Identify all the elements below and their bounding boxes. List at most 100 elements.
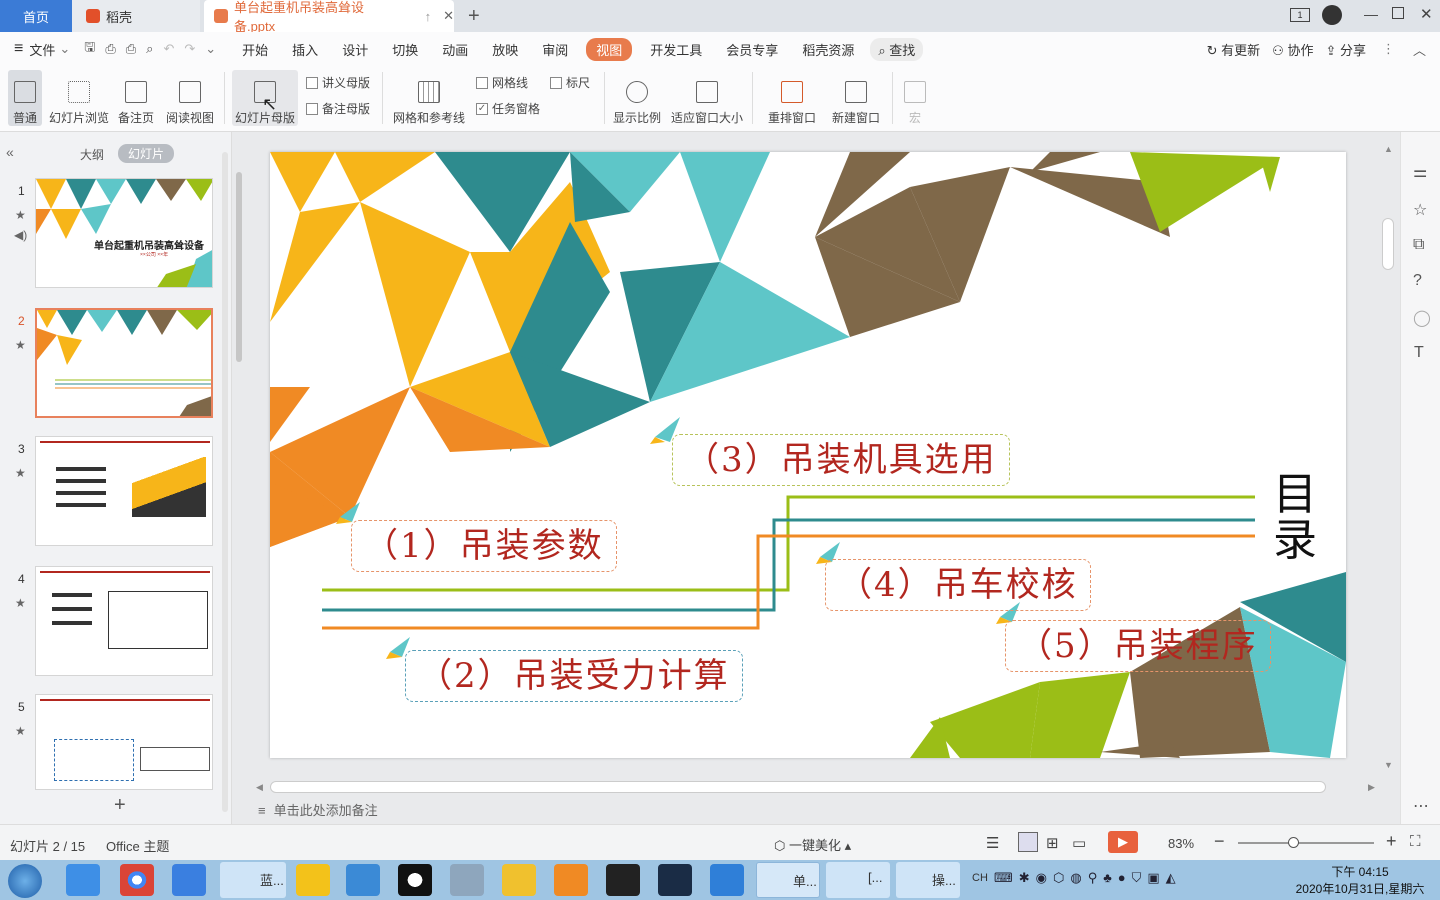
menu-review[interactable]: 审阅 xyxy=(530,40,580,59)
tab-document[interactable]: 单台起重机吊装高耸设备.pptx ↑ ✕ xyxy=(204,0,454,34)
start-button[interactable] xyxy=(8,864,42,898)
grid-guides-button[interactable]: 网格和参考线 xyxy=(392,70,466,126)
handout-master-button[interactable]: 讲义母版 xyxy=(306,74,370,91)
task-pane-checkbox[interactable]: ✓ 任务窗格 xyxy=(476,100,540,117)
new-tab-icon[interactable]: + xyxy=(468,5,480,28)
player-icon[interactable] xyxy=(296,864,330,896)
zoom-slider-thumb[interactable] xyxy=(1288,837,1299,848)
taskbar-item-folder[interactable]: [... xyxy=(826,862,890,898)
horizontal-scrollbar-handle[interactable] xyxy=(270,781,1326,793)
menu-developer[interactable]: 开发工具 xyxy=(638,40,714,59)
scroll-right-icon[interactable]: ▶ xyxy=(1368,782,1375,793)
avatar[interactable] xyxy=(1322,5,1342,25)
toc-title[interactable]: 目录 xyxy=(1270,472,1320,564)
toc-item-3[interactable]: （3）吊装机具选用 xyxy=(672,434,1010,486)
menu-start[interactable]: 开始 xyxy=(230,40,280,59)
help-icon[interactable]: ? xyxy=(1413,272,1422,290)
notes-page-button[interactable]: 备注页 xyxy=(116,70,156,126)
play-slideshow-icon[interactable]: ▶ xyxy=(1108,831,1138,853)
qq-icon[interactable] xyxy=(398,864,432,896)
animation-star-icon[interactable]: ☆ xyxy=(1413,200,1427,220)
tab-home[interactable]: 首页 xyxy=(0,0,72,32)
app-icon[interactable] xyxy=(66,864,100,896)
notes-toggle-icon[interactable]: ☰ xyxy=(986,834,999,852)
menu-insert[interactable]: 插入 xyxy=(280,40,330,59)
undo-icon[interactable]: ↶ xyxy=(163,41,174,57)
beautify-button[interactable]: ⬡ 一键美化 ▴ xyxy=(774,835,851,854)
gridlines-checkbox[interactable]: 网格线 xyxy=(476,74,528,91)
update-button[interactable]: ↻ 有更新 xyxy=(1207,40,1261,59)
tab-daoke[interactable]: 稻壳 xyxy=(72,0,200,32)
more-icon[interactable]: ⋮ xyxy=(1382,41,1395,57)
chrome-icon[interactable] xyxy=(120,864,154,896)
menu-view[interactable]: 视图 xyxy=(586,37,633,61)
cloud-app-icon[interactable] xyxy=(710,864,744,896)
ime-indicator[interactable]: CH xyxy=(972,872,988,884)
taskbar-item-operation[interactable]: 操... xyxy=(896,862,960,898)
arrange-window-button[interactable]: 重排窗口 xyxy=(762,70,822,126)
collapse-panel-icon[interactable]: « xyxy=(6,144,14,160)
fit-window-button[interactable]: 适应窗口大小 xyxy=(670,70,744,126)
slide-canvas[interactable]: （3）吊装机具选用 （1）吊装参数 （2）吊装受力计算 （4）吊车校核 （5）吊… xyxy=(270,152,1346,758)
print-icon[interactable]: ⎙ xyxy=(126,41,136,57)
taskbar-item-wps[interactable]: 单... xyxy=(756,862,820,898)
new-window-button[interactable]: 新建窗口 xyxy=(830,70,882,126)
slide-thumbnail-5[interactable] xyxy=(35,694,213,790)
tab-slides[interactable]: 幻灯片 xyxy=(118,144,175,163)
preview-icon[interactable]: ⌕ xyxy=(146,41,153,57)
reading-view-icon[interactable]: ▭ xyxy=(1072,834,1086,852)
menu-transition[interactable]: 切换 xyxy=(380,40,430,59)
notes-master-button[interactable]: 备注母版 xyxy=(306,100,370,117)
scroll-left-icon[interactable]: ◀ xyxy=(256,782,263,793)
menu-animation[interactable]: 动画 xyxy=(430,40,480,59)
maximize-icon[interactable] xyxy=(1392,7,1404,19)
trash-icon[interactable] xyxy=(450,864,484,896)
taskbar-item-browser[interactable]: 蓝... xyxy=(220,862,286,898)
save-icon[interactable]: 🖫 xyxy=(84,38,95,60)
slide-thumbnail-3[interactable] xyxy=(35,436,213,546)
fit-to-window-icon[interactable]: ⛶ xyxy=(1410,833,1421,850)
menu-file[interactable]: 文件 xyxy=(29,40,55,59)
ruler-checkbox[interactable]: 标尺 xyxy=(550,74,590,91)
minimize-icon[interactable]: — xyxy=(1364,6,1378,22)
menu-daoke-resources[interactable]: 稻壳资源 xyxy=(790,40,866,59)
share-button[interactable]: ⇪ 分享 xyxy=(1325,40,1366,59)
zoom-button[interactable]: 显示比例 xyxy=(612,70,662,126)
reading-view-button[interactable]: 阅读视图 xyxy=(164,70,216,126)
close-tab-icon[interactable]: ✕ xyxy=(443,8,454,24)
toc-item-4[interactable]: （4）吊车校核 xyxy=(825,559,1091,611)
more-options-icon[interactable]: ⋯ xyxy=(1413,796,1429,816)
pin-icon[interactable]: ↑ xyxy=(425,9,432,24)
macro-button[interactable]: 宏 xyxy=(900,70,930,126)
search-box[interactable]: ⌕ 查找 xyxy=(870,37,924,61)
slide-thumbnail-1[interactable]: 单台起重机吊装高耸设备 ××公司 ××年 xyxy=(35,178,213,288)
collapse-ribbon-icon[interactable]: ︿ xyxy=(1413,40,1426,59)
menu-design[interactable]: 设计 xyxy=(330,40,380,59)
magnifier-icon[interactable] xyxy=(554,864,588,896)
thumb-scrollbar[interactable] xyxy=(222,152,228,812)
feather-app-icon[interactable] xyxy=(346,864,380,896)
window-count-icon[interactable]: 1 xyxy=(1290,8,1310,22)
toc-item-2[interactable]: （2）吊装受力计算 xyxy=(405,650,743,702)
text-icon[interactable]: T xyxy=(1414,344,1424,362)
customize-icon[interactable]: ⌄ xyxy=(205,41,216,57)
c-app-icon[interactable] xyxy=(658,864,692,896)
slide-thumbnail-2[interactable] xyxy=(35,308,213,418)
zoom-out-icon[interactable]: − xyxy=(1214,831,1225,852)
tray-icons[interactable]: ⌨✱◉⬡◍⚲♣●⛉▣◭ xyxy=(994,870,1182,886)
menu-member[interactable]: 会员专享 xyxy=(714,40,790,59)
menu-slideshow[interactable]: 放映 xyxy=(480,40,530,59)
collab-button[interactable]: ⚇ 协作 xyxy=(1272,40,1313,59)
slide-sorter-view-icon[interactable]: ⊞ xyxy=(1046,834,1059,852)
tab-outline[interactable]: 大纲 xyxy=(80,146,104,163)
bulb-icon[interactable]: ◯ xyxy=(1413,308,1431,328)
notes-area[interactable]: ≡ 单击此处添加备注 xyxy=(258,800,378,819)
settings-sliders-icon[interactable]: ⚌ xyxy=(1413,162,1427,182)
toc-item-1[interactable]: （1）吊装参数 xyxy=(351,520,617,572)
chevron-down-icon[interactable]: ⌄ xyxy=(59,41,70,57)
normal-view-button[interactable]: 普通 xyxy=(8,70,42,126)
zoom-slider-track[interactable] xyxy=(1238,842,1374,844)
theme-name[interactable]: Office 主题 xyxy=(106,836,169,855)
pen-app-icon[interactable] xyxy=(172,864,206,896)
normal-view-icon[interactable] xyxy=(1018,832,1038,852)
